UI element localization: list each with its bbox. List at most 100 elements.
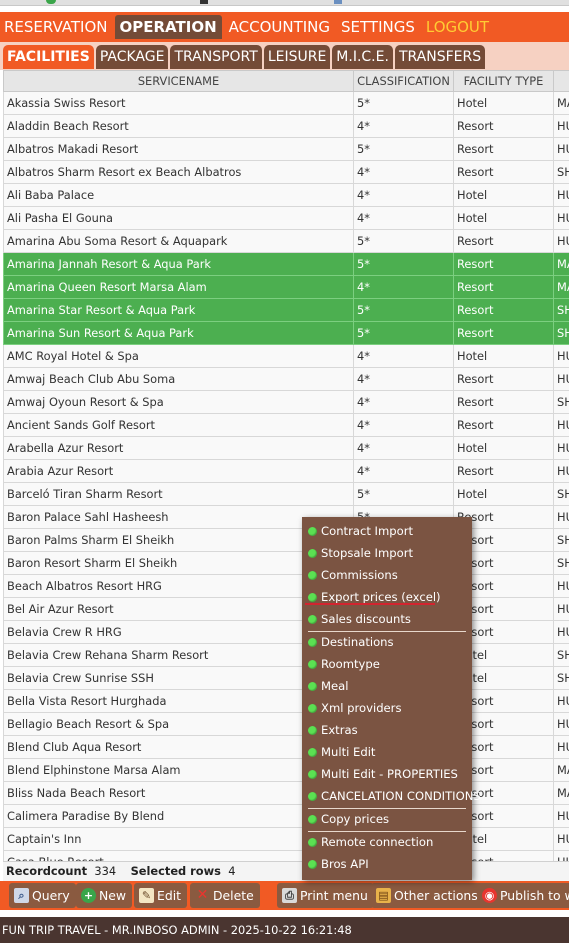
- table-row[interactable]: Captain's Inn4*HotelHU: [3, 827, 569, 851]
- cell-servicename: Ali Pasha El Gouna: [3, 206, 354, 230]
- menu-item-xml-providers[interactable]: Xml providers: [308, 698, 402, 718]
- table-row[interactable]: Beach Albatros Resort HRG4*ResortHU: [3, 574, 569, 598]
- cell-region: HU: [553, 597, 569, 621]
- publish-to-web-button[interactable]: ◉ Publish to web: [477, 883, 569, 908]
- menu-item-commissions[interactable]: Commissions: [308, 565, 398, 585]
- table-row[interactable]: Baron Palms Sharm El Sheikh5*ResortSH: [3, 528, 569, 552]
- menu-item-extras[interactable]: Extras: [308, 720, 358, 740]
- tab-transport[interactable]: TRANSPORT: [170, 45, 262, 69]
- table-row[interactable]: Blend Club Aqua Resort4*ResortHU: [3, 735, 569, 759]
- cell-servicename: Baron Palms Sharm El Sheikh: [3, 528, 354, 552]
- menu-reservation[interactable]: RESERVATION: [0, 15, 112, 39]
- table-row[interactable]: Aladdin Beach Resort4*ResortHU: [3, 114, 569, 138]
- table-row[interactable]: Amwaj Oyoun Resort & Spa4*ResortSH: [3, 390, 569, 414]
- menu-item-multi-edit[interactable]: Multi Edit: [308, 742, 375, 762]
- table-row[interactable]: Baron Palace Sahl Hasheesh5*ResortHU: [3, 505, 569, 529]
- menu-logout[interactable]: LOGOUT: [422, 15, 493, 39]
- cell-servicename: Belavia Crew R HRG: [3, 620, 354, 644]
- table-row[interactable]: Belavia Crew Rehana Sharm Resort4*HotelS…: [3, 643, 569, 667]
- table-row[interactable]: Bliss Nada Beach Resort4*ResortMA: [3, 781, 569, 805]
- table-row[interactable]: Amarina Jannah Resort & Aqua Park 5* Resor…: [3, 252, 569, 276]
- new-icon: +: [81, 888, 96, 903]
- tab-leisure[interactable]: LEISURE: [263, 45, 331, 69]
- menu-item-stopsale-import[interactable]: Stopsale Import: [308, 543, 413, 563]
- table-row[interactable]: Amarina Star Resort & Aqua Park 5* Resort S…: [3, 298, 569, 322]
- menu-accounting[interactable]: ACCOUNTING: [225, 15, 334, 39]
- cell-servicename: Akassia Swiss Resort: [3, 91, 354, 115]
- cell-facility-type: Resort: [453, 275, 554, 299]
- cell-servicename: Albatros Sharm Resort ex Beach Albatros: [3, 160, 354, 184]
- table-row[interactable]: Amarina Sun Resort & Aqua Park5*ResortSH: [3, 321, 569, 345]
- table-row[interactable]: Amarina Queen Resort Marsa Alam 4* Resort M…: [3, 275, 569, 299]
- cell-region: HU: [553, 114, 569, 138]
- print-icon: ⎙: [282, 888, 297, 903]
- menu-item-label: Meal: [321, 679, 349, 693]
- table-row[interactable]: Albatros Sharm Resort ex Beach Albatros 4…: [3, 160, 569, 184]
- cell-region: HU: [553, 574, 569, 598]
- cell-facility-type: Resort: [453, 114, 554, 138]
- table-row[interactable]: Barceló Tiran Sharm Resort5*HotelSH: [3, 482, 569, 506]
- cell-facility-type: Hotel: [453, 344, 554, 368]
- column-header-classification[interactable]: CLASSIFICATION: [353, 70, 454, 92]
- tab-transfers[interactable]: TRANSFERS: [394, 45, 486, 69]
- table-row[interactable]: Amarina Abu Soma Resort & Aquapark 5* Reso…: [3, 229, 569, 253]
- edit-button[interactable]: ✎ Edit: [134, 883, 187, 908]
- table-row[interactable]: Bellagio Beach Resort & Spa4*ResortHU: [3, 712, 569, 736]
- cell-region: SH: [553, 528, 569, 552]
- table-row[interactable]: Amwaj Beach Club Abu Soma4*ResortHU: [3, 367, 569, 391]
- column-header-servicename[interactable]: SERVICENAME: [3, 70, 354, 92]
- cell-facility-type: Hotel: [453, 91, 554, 115]
- menu-item-copy-prices[interactable]: Copy prices: [308, 809, 389, 829]
- table-row[interactable]: Bella Vista Resort Hurghada4*ResortHU: [3, 689, 569, 713]
- cell-servicename: Barceló Tiran Sharm Resort: [3, 482, 354, 506]
- table-row[interactable]: Baron Resort Sharm El Sheikh5*ResortSH: [3, 551, 569, 575]
- table-row[interactable]: Ali Baba Palace4*HotelHU: [3, 183, 569, 207]
- bullet-icon: [308, 660, 317, 669]
- table-row[interactable]: Akassia Swiss Resort5*HotelMA: [3, 91, 569, 115]
- column-header-facility-type[interactable]: FACILITY TYPE: [453, 70, 554, 92]
- facilities-grid[interactable]: SERVICENAME CLASSIFICATION FACILITY TYPE…: [3, 70, 569, 861]
- tab-facilities[interactable]: FACILITIES: [3, 45, 94, 69]
- tab-package[interactable]: PACKAGE: [95, 45, 169, 69]
- table-row[interactable]: Belavia Crew Sunrise SSH5*HotelSH: [3, 666, 569, 690]
- table-row[interactable]: Calimera Paradise By Blend4*ResortHU: [3, 804, 569, 828]
- table-row[interactable]: AMC Royal Hotel & Spa4*HotelHU: [3, 344, 569, 368]
- menu-operation[interactable]: OPERATION: [114, 15, 222, 39]
- menu-item-meal[interactable]: Meal: [308, 676, 348, 696]
- cell-region: HU: [553, 459, 569, 483]
- table-row[interactable]: Arabella Azur Resort4*HotelHU: [3, 436, 569, 460]
- table-row[interactable]: Casa Blue Resort4*ResortHU: [3, 850, 569, 861]
- selected-rows-value: 4: [228, 864, 236, 878]
- menu-item-sales-discounts[interactable]: Sales discounts: [308, 609, 411, 629]
- menu-item-contract-import[interactable]: Contract Import: [308, 521, 413, 541]
- table-row[interactable]: Ancient Sands Golf Resort4*ResortHU: [3, 413, 569, 437]
- delete-button[interactable]: ✕ Delete: [190, 883, 260, 908]
- menu-item-bros-api[interactable]: Bros API: [308, 854, 369, 874]
- table-row[interactable]: Ali Pasha El Gouna4*HotelHU: [3, 206, 569, 230]
- query-button[interactable]: ⌕ Query: [9, 883, 76, 908]
- table-row[interactable]: Albatros Makadi Resort5*ResortHU: [3, 137, 569, 161]
- column-header-region[interactable]: [553, 70, 569, 92]
- menu-item-label: CANCELATION CONDITIONS: [321, 789, 481, 803]
- cell-servicename: Bellagio Beach Resort & Spa: [3, 712, 354, 736]
- menu-item-roomtype[interactable]: Roomtype: [308, 654, 380, 674]
- print-menu-button[interactable]: ⎙ Print menu: [277, 883, 374, 908]
- menu-settings[interactable]: SETTINGS: [337, 15, 419, 39]
- other-actions-button[interactable]: ▤ Other actions: [371, 883, 484, 908]
- cell-classification: 4*: [353, 413, 454, 437]
- menu-item-cancelation-conditions[interactable]: CANCELATION CONDITIONS: [308, 786, 481, 806]
- menu-item-destinations[interactable]: Destinations: [308, 632, 394, 652]
- menu-item-remote-connection[interactable]: Remote connection: [308, 832, 433, 852]
- cell-region: HU: [553, 827, 569, 851]
- cell-classification: 5*: [353, 252, 454, 276]
- bullet-icon: [308, 770, 317, 779]
- table-row[interactable]: Blend Elphinstone Marsa Alam4*ResortMA: [3, 758, 569, 782]
- tab-mice[interactable]: M.I.C.E.: [332, 45, 393, 69]
- menu-item-multi-edit-properties[interactable]: Multi Edit - PROPERTIES: [308, 764, 458, 784]
- menu-item-label: Contract Import: [321, 524, 414, 538]
- table-row[interactable]: Belavia Crew R HRG4*ResortHU: [3, 620, 569, 644]
- new-button[interactable]: + New: [76, 883, 133, 908]
- cell-servicename: Baron Palace Sahl Hasheesh: [3, 505, 354, 529]
- table-row[interactable]: Bel Air Azur Resort4*ResortHU: [3, 597, 569, 621]
- table-row[interactable]: Arabia Azur Resort4*ResortHU: [3, 459, 569, 483]
